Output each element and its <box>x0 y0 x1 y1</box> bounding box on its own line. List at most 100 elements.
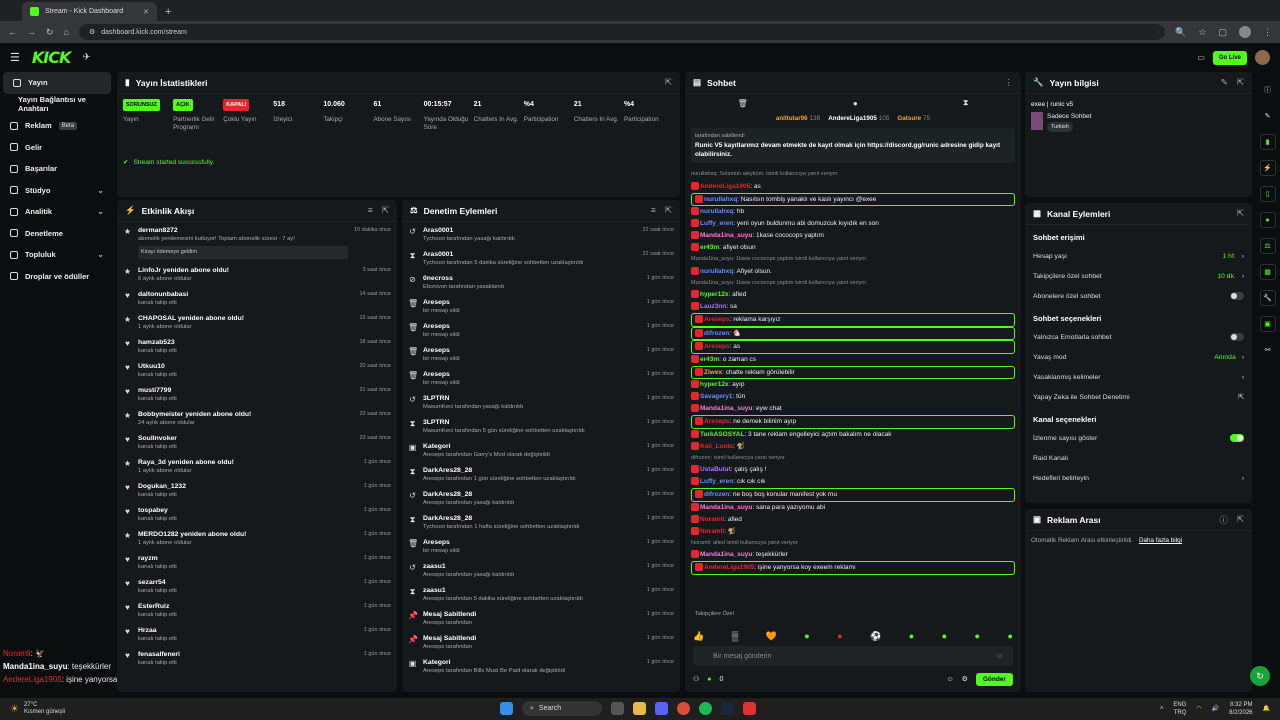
chat-username[interactable]: difrozen <box>704 330 729 337</box>
close-tab-icon[interactable]: ✕ <box>143 8 149 16</box>
reload-icon[interactable]: ↻ <box>46 27 54 38</box>
extensions-icon[interactable]: ▢ <box>1218 27 1227 38</box>
sidebar-item-moderation[interactable]: Denetleme <box>0 223 114 245</box>
chat-username[interactable]: AndereLiga1905 <box>700 183 750 190</box>
chat-username[interactable]: Noramli <box>700 516 724 523</box>
new-tab-icon[interactable]: + <box>165 6 171 18</box>
emote-icon[interactable]: 👍 <box>693 631 704 642</box>
ads-icon[interactable]: ▣ <box>1259 316 1276 332</box>
sidebar-item-drops[interactable]: Droplar ve ödüller <box>0 266 114 288</box>
filter-icon[interactable]: ≡ <box>651 205 656 216</box>
go-live-button[interactable]: Go Live <box>1212 50 1247 65</box>
chat-username[interactable]: Manda1ina_suyu <box>700 405 752 412</box>
wifi-icon[interactable]: ◠ <box>1196 705 1201 713</box>
taskbar-search[interactable]: ⌕ Search <box>522 701 602 716</box>
timer-icon[interactable]: ⧗ <box>963 98 969 108</box>
chat-username[interactable]: nurullahxq <box>700 268 733 275</box>
site-info-icon[interactable]: ⚙ <box>89 28 95 36</box>
windows-start-icon[interactable] <box>500 702 513 715</box>
pin-icon[interactable]: ✈ <box>82 52 90 63</box>
emote-icon[interactable]: ● <box>975 631 980 642</box>
menu-icon[interactable]: ⋮ <box>1263 27 1272 38</box>
chat-icon[interactable]: ● <box>1259 212 1276 228</box>
raid-channel-row[interactable]: Raid Kanalı <box>1025 448 1252 468</box>
chat-username[interactable]: Manda1ina_suyu <box>700 504 752 511</box>
monitor-icon[interactable]: ▭ <box>1197 53 1205 62</box>
zoom-icon[interactable]: 🔍 <box>1175 27 1186 38</box>
subscribers-only-toggle[interactable] <box>1230 292 1244 300</box>
chat-username[interactable]: UstaBulut <box>700 466 731 473</box>
sidebar-item-ads[interactable]: Reklam Beta <box>0 115 114 137</box>
chat-username[interactable]: er43m <box>700 356 719 363</box>
edit-icon[interactable]: ✎ <box>1260 108 1276 124</box>
more-icon[interactable]: ⋮ <box>1005 77 1014 88</box>
sidebar-item-community[interactable]: Topluluk ⌄ <box>0 244 114 266</box>
stats-icon[interactable]: ▮ <box>1259 134 1276 150</box>
forward-icon[interactable]: → <box>27 27 36 37</box>
chat-username[interactable]: TurkASOSYAL <box>700 431 744 438</box>
sidebar-item-stream[interactable]: Yayın <box>3 72 111 94</box>
steam-icon[interactable] <box>721 702 734 715</box>
chat-input[interactable]: Bir mesaj gönderin ☺ <box>693 646 1013 666</box>
chat-username[interactable]: Lauz3nn <box>700 303 726 310</box>
banned-words-row[interactable]: Yasaklanmış kelimeler › <box>1025 367 1252 387</box>
emote-icon[interactable]: ● <box>909 631 914 642</box>
chat-username[interactable]: difrozen <box>704 491 729 498</box>
popout-icon[interactable]: ⇱ <box>1237 77 1244 88</box>
popout-icon[interactable]: ⇱ <box>382 205 389 216</box>
chat-username[interactable]: Areseps <box>704 418 730 425</box>
popout-icon[interactable]: ⇱ <box>665 77 672 88</box>
account-age-row[interactable]: Hesap yaşı 1 hf. › <box>1025 246 1252 266</box>
chat-username[interactable]: Luffy_eren <box>700 220 733 227</box>
chat-username[interactable]: Savagery1 <box>700 393 733 400</box>
browser-tab[interactable]: Stream - Kick Dashboard ✕ <box>22 2 157 21</box>
chat-bubble-icon[interactable]: ● <box>853 99 858 108</box>
support-fab-icon[interactable]: ↻ <box>1250 666 1270 686</box>
chat-username[interactable]: Ziwex <box>704 369 722 376</box>
emote-icon[interactable]: ⚽ <box>870 631 881 642</box>
emote-icon[interactable]: ● <box>942 631 947 642</box>
address-bar[interactable]: ⚙ dashboard.kick.com/stream <box>78 24 1166 40</box>
edit-icon[interactable]: ✎ <box>1221 77 1228 88</box>
kick-logo[interactable]: KICK <box>32 48 71 67</box>
learn-more-link[interactable]: Daha fazla bilgi <box>1139 537 1182 544</box>
emote-icon[interactable]: ● <box>1007 631 1012 642</box>
back-icon[interactable]: ← <box>8 27 17 37</box>
send-button[interactable]: Gönder <box>975 672 1013 686</box>
chat-username[interactable]: Areseps <box>704 316 730 323</box>
home-icon[interactable]: ⌂ <box>64 27 69 37</box>
info-icon[interactable]: ⓘ <box>1260 82 1276 98</box>
sidebar-item-studio[interactable]: Stüdyo ⌄ <box>0 180 114 202</box>
mod-icon[interactable]: ⚖ <box>1259 238 1276 254</box>
share-icon[interactable]: ⚯ <box>1260 342 1276 358</box>
info-icon[interactable]: ⓘ <box>1219 514 1228 526</box>
wrench-icon[interactable]: 🔧 <box>1259 290 1276 306</box>
popout-icon[interactable]: ⇱ <box>1237 208 1244 219</box>
volume-icon[interactable]: 🔊 <box>1212 705 1219 713</box>
emote-only-toggle[interactable] <box>1230 333 1244 341</box>
profile-avatar[interactable] <box>1239 26 1251 38</box>
sidebar-item-stream-key[interactable]: Yayın Bağlantısı ve Anahtarı <box>0 94 114 116</box>
file-explorer-icon[interactable] <box>633 702 646 715</box>
hamburger-menu-icon[interactable]: ☰ <box>10 51 20 64</box>
tray-chevron-icon[interactable]: ˄ <box>1160 705 1164 713</box>
notifications-icon[interactable]: 🔔 <box>1263 705 1270 713</box>
slow-mode-row[interactable]: Yavaş mod Anında › <box>1025 347 1252 367</box>
spotify-icon[interactable] <box>699 702 712 715</box>
emote-menu-icon[interactable]: ☺ <box>946 676 953 683</box>
chat-username[interactable]: hyper12x <box>700 381 729 388</box>
chat-username[interactable]: er43m <box>700 244 719 251</box>
followers-only-row[interactable]: Takipçilere özel sohbet 10 dk. › <box>1025 266 1252 286</box>
chat-username[interactable]: Luffy_eren <box>700 478 733 485</box>
chat-username[interactable]: Kali_Lunis <box>700 443 733 450</box>
chat-username[interactable]: Noramli <box>700 528 724 535</box>
chat-username[interactable]: nurullahxq <box>700 208 733 215</box>
filter-icon[interactable]: ≡ <box>368 205 373 216</box>
discord-icon[interactable] <box>655 702 668 715</box>
popout-icon[interactable]: ⇱ <box>1237 514 1244 526</box>
sidebar-item-analytics[interactable]: Analitik ⌄ <box>0 201 114 223</box>
set-goals-row[interactable]: Hedefleri belirleyin › <box>1025 468 1252 488</box>
show-viewers-toggle[interactable] <box>1230 434 1244 442</box>
settings-icon[interactable]: ⚙ <box>962 675 968 683</box>
emoji-picker-icon[interactable]: ☺ <box>996 653 1003 660</box>
